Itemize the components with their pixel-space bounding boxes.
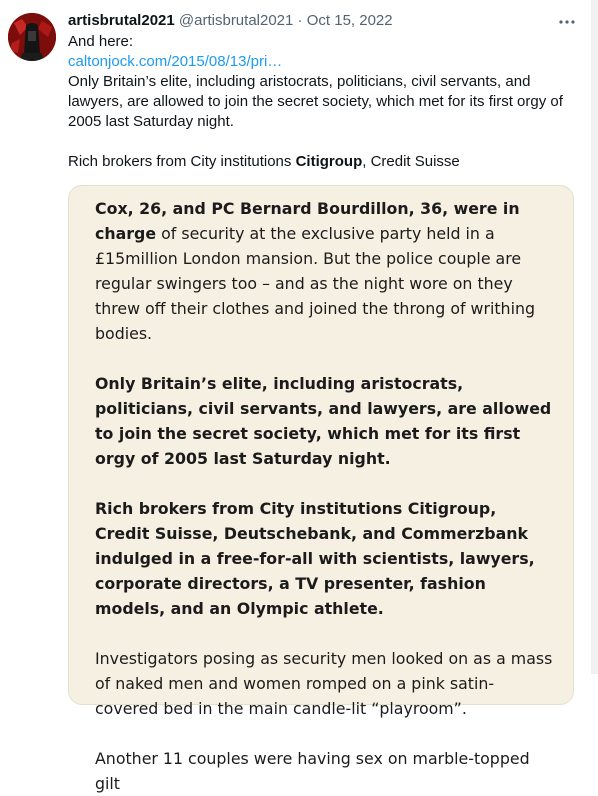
tweet-header: artisbrutal2021 @artisbrutal2021 · Oct 1… xyxy=(68,10,578,32)
tweet-content: artisbrutal2021 @artisbrutal2021 · Oct 1… xyxy=(68,10,578,172)
quote-p1-rest: of security at the exclusive party held … xyxy=(95,224,535,343)
display-name[interactable]: artisbrutal2021 xyxy=(68,12,175,29)
avatar[interactable] xyxy=(8,13,56,61)
tweet-link[interactable]: caltonjock.com/2015/08/13/pri… xyxy=(68,52,578,72)
quote-paragraph-5: Another 11 couples were having sex on ma… xyxy=(95,749,530,793)
quote-p2-bold: Only Britain’s elite, including aristocr… xyxy=(95,374,552,468)
tweet-intro: And here: xyxy=(68,33,134,50)
avatar-image xyxy=(8,13,56,61)
brokers-suffix: , Credit Suisse xyxy=(362,153,460,170)
quote-paragraph-2: Only Britain’s elite, including aristocr… xyxy=(95,371,555,471)
header-separator: · xyxy=(297,12,303,29)
brokers-prefix: Rich brokers from City institutions xyxy=(68,153,296,170)
quote-p3-bold: Rich brokers from City institutions Citi… xyxy=(95,499,535,618)
tweet-brokers-line: Rich brokers from City institutions Citi… xyxy=(68,152,578,172)
quote-paragraph-4: Investigators posing as security men loo… xyxy=(95,649,553,718)
quote-paragraph-1: Cox, 26, and PC Bernard Bourdillon, 36, … xyxy=(95,196,555,346)
quoted-article-card[interactable]: Cox, 26, and PC Bernard Bourdillon, 36, … xyxy=(68,185,574,793)
brokers-highlight: Citigroup xyxy=(295,153,363,170)
more-options-icon[interactable] xyxy=(554,10,580,34)
scrollbar[interactable] xyxy=(591,0,598,674)
tweet-date[interactable]: Oct 15, 2022 xyxy=(307,12,393,29)
user-handle[interactable]: @artisbrutal2021 xyxy=(179,12,293,29)
tweet-body: Only Britain’s elite, including aristocr… xyxy=(68,73,563,130)
quote-paragraph-3: Rich brokers from City institutions Citi… xyxy=(95,496,555,621)
